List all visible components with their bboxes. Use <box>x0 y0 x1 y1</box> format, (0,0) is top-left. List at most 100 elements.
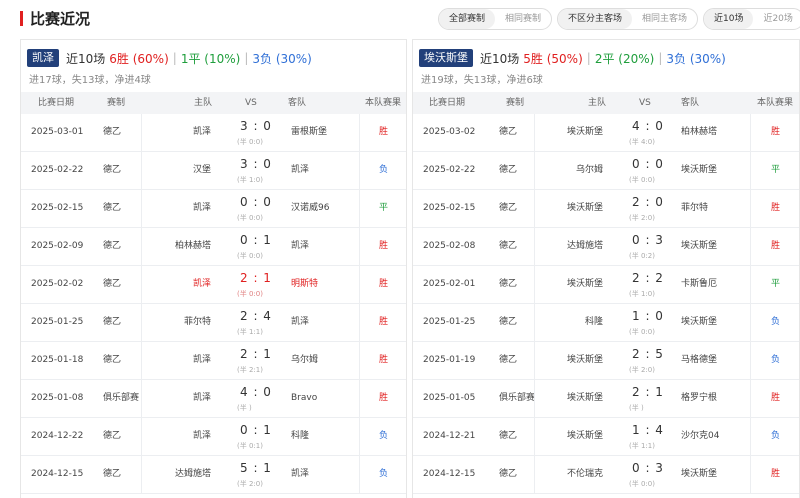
away-team[interactable]: 埃沃斯堡 <box>681 228 717 265</box>
full-time-score[interactable]: 2 : 1 <box>632 385 664 399</box>
home-team[interactable]: 柏林赫塔 <box>175 228 211 265</box>
away-team[interactable]: 沙尔克04 <box>681 418 719 455</box>
full-time-score[interactable]: 3 : 0 <box>240 119 272 133</box>
full-time-score[interactable]: 2 : 1 <box>240 271 272 285</box>
home-team[interactable]: 凯泽 <box>193 342 211 379</box>
away-team[interactable]: 汉诺威96 <box>291 190 329 227</box>
full-time-score[interactable]: 5 : 1 <box>240 461 272 475</box>
away-team[interactable]: 格罗宁根 <box>681 380 717 417</box>
match-competition[interactable]: 德乙 <box>499 190 517 227</box>
filter-same-competition[interactable]: 相同赛制 <box>495 9 551 29</box>
full-time-score[interactable]: 0 : 3 <box>632 233 664 247</box>
full-time-score[interactable]: 4 : 0 <box>632 119 664 133</box>
table-row[interactable]: 2025-02-15 德乙 埃沃斯堡 2 : 0 (半 2:0) 菲尔特 胜 <box>413 190 799 228</box>
match-competition[interactable]: 德乙 <box>499 456 517 493</box>
table-row[interactable]: 2025-01-25 德乙 菲尔特 2 : 4 (半 1:1) 凯泽 胜 <box>21 304 406 342</box>
home-team[interactable]: 达姆施塔 <box>175 456 211 493</box>
match-competition[interactable]: 德乙 <box>103 418 121 455</box>
away-team[interactable]: 埃沃斯堡 <box>681 456 717 493</box>
table-row[interactable]: 2024-12-22 德乙 凯泽 0 : 1 (半 0:1) 科隆 负 <box>21 418 406 456</box>
table-row[interactable]: 2025-02-22 德乙 乌尔姆 0 : 0 (半 0:0) 埃沃斯堡 平 <box>413 152 799 190</box>
match-competition[interactable]: 德乙 <box>499 114 517 151</box>
filter-any-venue[interactable]: 不区分主客场 <box>558 9 633 29</box>
match-competition[interactable]: 德乙 <box>103 342 121 379</box>
home-team[interactable]: 汉堡 <box>193 152 211 189</box>
table-row[interactable]: 2024-12-21 德乙 埃沃斯堡 1 : 4 (半 1:1) 沙尔克04 负 <box>413 418 799 456</box>
match-competition[interactable]: 德乙 <box>499 152 517 189</box>
match-competition[interactable]: 俱乐部赛 <box>103 380 139 417</box>
match-competition[interactable]: 德乙 <box>499 418 517 455</box>
home-team[interactable]: 凯泽 <box>193 266 211 303</box>
away-team[interactable]: 科隆 <box>291 418 309 455</box>
match-competition[interactable]: 德乙 <box>499 342 517 379</box>
match-competition[interactable]: 俱乐部赛 <box>499 380 535 417</box>
away-team[interactable]: Bravo <box>291 380 317 417</box>
table-row[interactable]: 2025-02-22 德乙 汉堡 3 : 0 (半 1:0) 凯泽 负 <box>21 152 406 190</box>
away-team[interactable]: 埃沃斯堡 <box>681 304 717 341</box>
table-row[interactable]: 2025-02-09 德乙 柏林赫塔 0 : 1 (半 0:0) 凯泽 胜 <box>21 228 406 266</box>
full-time-score[interactable]: 0 : 3 <box>632 461 664 475</box>
home-team[interactable]: 菲尔特 <box>184 304 211 341</box>
home-team[interactable]: 凯泽 <box>193 418 211 455</box>
home-team[interactable]: 埃沃斯堡 <box>567 342 603 379</box>
table-row[interactable]: 2025-02-08 德乙 达姆施塔 0 : 3 (半 0:2) 埃沃斯堡 胜 <box>413 228 799 266</box>
away-team[interactable]: 卡斯鲁厄 <box>681 266 717 303</box>
match-competition[interactable]: 德乙 <box>499 266 517 303</box>
match-competition[interactable]: 德乙 <box>103 456 121 493</box>
full-time-score[interactable]: 3 : 0 <box>240 157 272 171</box>
full-time-score[interactable]: 2 : 4 <box>240 309 272 323</box>
home-team[interactable]: 乌尔姆 <box>576 152 603 189</box>
match-competition[interactable]: 德乙 <box>103 190 121 227</box>
away-team[interactable]: 菲尔特 <box>681 190 708 227</box>
full-time-score[interactable]: 0 : 0 <box>632 157 664 171</box>
full-time-score[interactable]: 0 : 1 <box>240 423 272 437</box>
away-team[interactable]: 柏林赫塔 <box>681 114 717 151</box>
away-team[interactable]: 埃沃斯堡 <box>681 152 717 189</box>
away-team[interactable]: 马格德堡 <box>681 342 717 379</box>
home-team[interactable]: 科隆 <box>585 304 603 341</box>
match-competition[interactable]: 德乙 <box>499 228 517 265</box>
filter-all-competitions[interactable]: 全部赛制 <box>439 9 496 29</box>
home-team[interactable]: 不伦瑞克 <box>567 456 603 493</box>
home-team[interactable]: 达姆施塔 <box>567 228 603 265</box>
match-competition[interactable]: 德乙 <box>103 266 121 303</box>
away-team[interactable]: 明斯特 <box>291 266 318 303</box>
table-row[interactable]: 2025-03-02 德乙 埃沃斯堡 4 : 0 (半 4:0) 柏林赫塔 胜 <box>413 114 799 152</box>
home-team[interactable]: 凯泽 <box>193 380 211 417</box>
home-team[interactable]: 埃沃斯堡 <box>567 190 603 227</box>
filter-last-20[interactable]: 近20场 <box>753 9 800 29</box>
full-time-score[interactable]: 0 : 1 <box>240 233 272 247</box>
full-time-score[interactable]: 0 : 0 <box>240 195 272 209</box>
table-row[interactable]: 2025-03-01 德乙 凯泽 3 : 0 (半 0:0) 雷根斯堡 胜 <box>21 114 406 152</box>
home-team[interactable]: 埃沃斯堡 <box>567 114 603 151</box>
away-team[interactable]: 凯泽 <box>291 456 309 493</box>
table-row[interactable]: 2025-02-15 德乙 凯泽 0 : 0 (半 0:0) 汉诺威96 平 <box>21 190 406 228</box>
home-team[interactable]: 埃沃斯堡 <box>567 266 603 303</box>
full-time-score[interactable]: 4 : 0 <box>240 385 272 399</box>
table-row[interactable]: 2025-02-02 德乙 凯泽 2 : 1 (半 0:0) 明斯特 胜 <box>21 266 406 304</box>
match-competition[interactable]: 德乙 <box>103 228 121 265</box>
away-team[interactable]: 凯泽 <box>291 228 309 265</box>
table-row[interactable]: 2025-01-18 德乙 凯泽 2 : 1 (半 2:1) 乌尔姆 胜 <box>21 342 406 380</box>
home-team[interactable]: 凯泽 <box>193 190 211 227</box>
home-team[interactable]: 埃沃斯堡 <box>567 418 603 455</box>
full-time-score[interactable]: 2 : 5 <box>632 347 664 361</box>
full-time-score[interactable]: 1 : 4 <box>632 423 664 437</box>
full-time-score[interactable]: 1 : 0 <box>632 309 664 323</box>
full-time-score[interactable]: 2 : 0 <box>632 195 664 209</box>
away-team[interactable]: 雷根斯堡 <box>291 114 327 151</box>
away-team[interactable]: 乌尔姆 <box>291 342 318 379</box>
away-team[interactable]: 凯泽 <box>291 304 309 341</box>
table-row[interactable]: 2025-01-25 德乙 科隆 1 : 0 (半 0:0) 埃沃斯堡 负 <box>413 304 799 342</box>
table-row[interactable]: 2024-12-15 德乙 不伦瑞克 0 : 3 (半 0:0) 埃沃斯堡 胜 <box>413 456 799 494</box>
match-competition[interactable]: 德乙 <box>103 152 121 189</box>
home-team[interactable]: 埃沃斯堡 <box>567 380 603 417</box>
match-competition[interactable]: 德乙 <box>103 304 121 341</box>
table-row[interactable]: 2025-02-01 德乙 埃沃斯堡 2 : 2 (半 1:0) 卡斯鲁厄 平 <box>413 266 799 304</box>
match-competition[interactable]: 德乙 <box>103 114 121 151</box>
full-time-score[interactable]: 2 : 2 <box>632 271 664 285</box>
filter-same-venue[interactable]: 相同主客场 <box>632 9 697 29</box>
match-competition[interactable]: 德乙 <box>499 304 517 341</box>
table-row[interactable]: 2025-01-08 俱乐部赛 凯泽 4 : 0 (半 ) Bravo 胜 <box>21 380 406 418</box>
table-row[interactable]: 2025-01-19 德乙 埃沃斯堡 2 : 5 (半 2:0) 马格德堡 负 <box>413 342 799 380</box>
